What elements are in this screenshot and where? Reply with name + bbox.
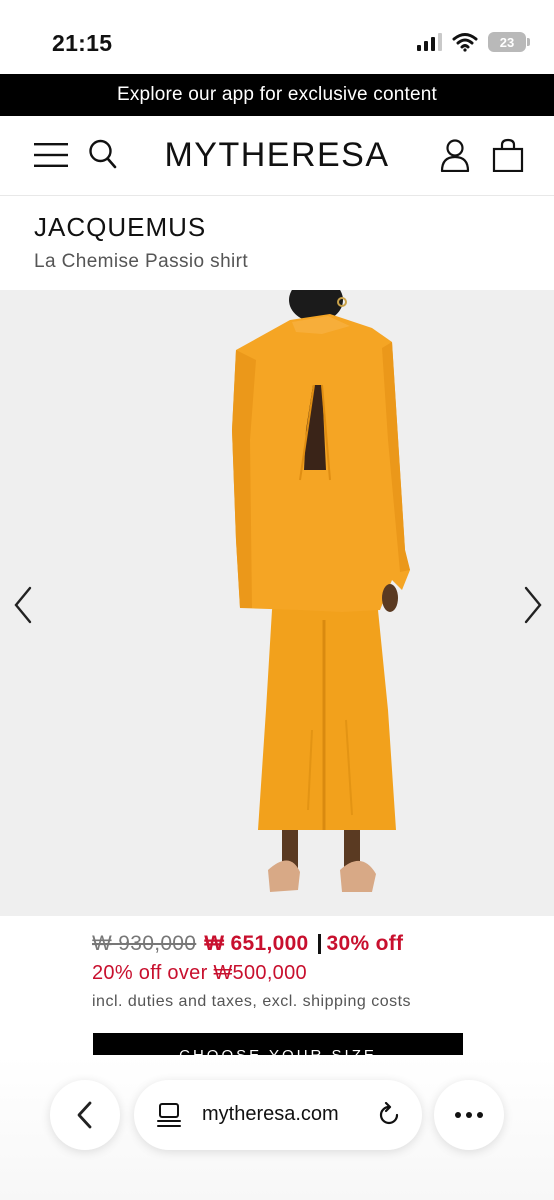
battery-icon: 23 — [488, 32, 530, 52]
choose-size-label: CHOOSE YOUR SIZE — [179, 1047, 377, 1055]
original-price: ₩ 930,000 — [92, 932, 197, 955]
choose-size-button[interactable]: CHOOSE YOUR SIZE — [93, 1033, 463, 1055]
discount-badge: 30% off — [326, 932, 404, 955]
extra-offer[interactable]: 20% off over ₩500,000 — [92, 962, 492, 985]
browser-more-button[interactable] — [434, 1080, 504, 1150]
promo-text: Explore our app for exclusive content — [116, 84, 438, 105]
site-logo[interactable]: MYTHERESA — [0, 136, 554, 175]
price-line: ₩ 930,000 ₩ 651,000 30% off — [92, 932, 492, 956]
url-text: mytheresa.com — [202, 1103, 339, 1125]
previous-image-arrow-icon[interactable] — [4, 580, 44, 630]
back-arrow-icon — [77, 1101, 92, 1129]
shopping-bag-icon[interactable] — [492, 138, 524, 172]
product-name: La Chemise Passio shirt — [34, 251, 249, 272]
price-area: ₩ 930,000 ₩ 651,000 30% off 20% off over… — [92, 932, 492, 1011]
more-icon — [455, 1112, 483, 1118]
product-header: JACQUEMUS La Chemise Passio shirt — [34, 212, 248, 273]
sale-price: ₩ 651,000 — [204, 932, 309, 955]
wifi-icon — [452, 33, 478, 52]
status-icons: 23 — [416, 32, 530, 52]
battery-level: 23 — [499, 34, 515, 50]
price-divider — [317, 934, 321, 954]
account-icon[interactable] — [440, 138, 470, 172]
product-brand[interactable]: JACQUEMUS — [34, 212, 248, 243]
tabs-icon[interactable] — [156, 1102, 182, 1128]
browser-back-button[interactable] — [50, 1080, 120, 1150]
tax-note: incl. duties and taxes, excl. shipping c… — [92, 993, 412, 1010]
status-bar: 21:15 23 — [0, 0, 554, 74]
product-image-gallery[interactable] — [0, 290, 554, 916]
cellular-signal-icon — [417, 33, 442, 51]
site-header: MYTHERESA — [0, 116, 554, 196]
address-bar[interactable]: mytheresa.com — [134, 1080, 422, 1150]
product-photo — [0, 290, 554, 916]
browser-toolbar: mytheresa.com — [0, 1056, 554, 1200]
reload-icon[interactable] — [376, 1102, 402, 1128]
app-promo-banner[interactable]: Explore our app for exclusive content — [0, 74, 554, 116]
status-time: 21:15 — [52, 30, 113, 56]
next-image-arrow-icon[interactable] — [512, 580, 552, 630]
